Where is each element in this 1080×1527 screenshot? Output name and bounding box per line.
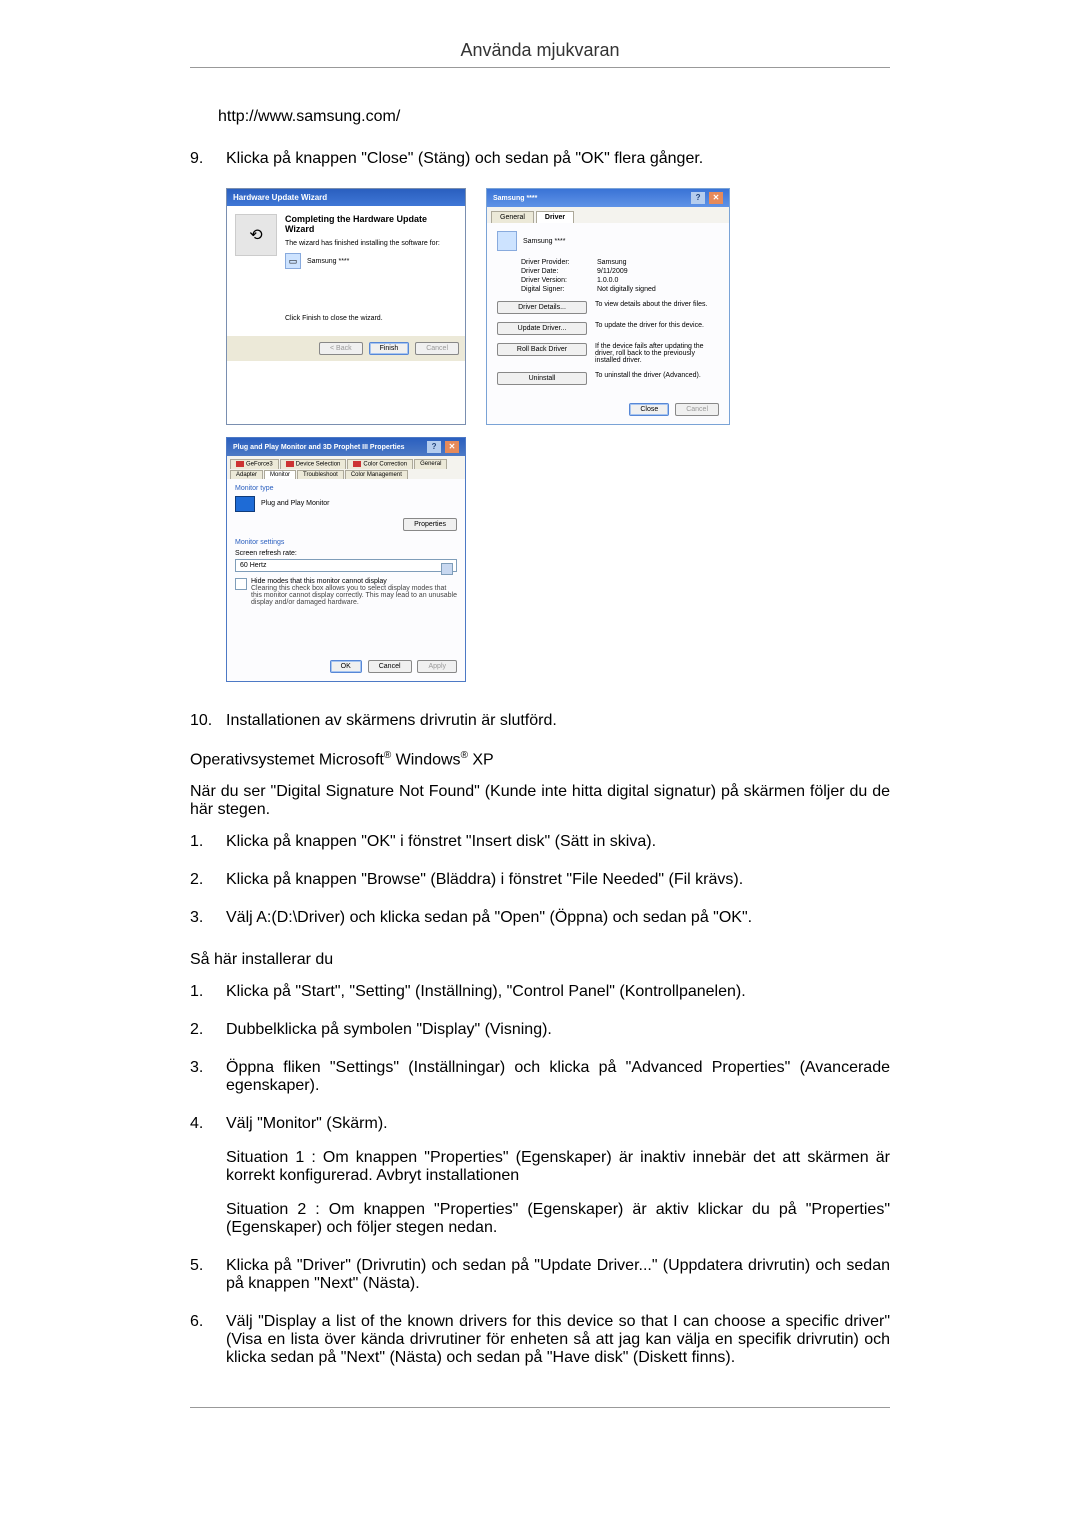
b-6-text: Välj "Display a list of the known driver… xyxy=(226,1313,890,1367)
cancel-button-2: Cancel xyxy=(675,403,719,416)
date-value: 9/11/2009 xyxy=(597,268,628,275)
os-line: Operativsystemet Microsoft® Windows® XP xyxy=(190,750,890,769)
tab-color-mgmt[interactable]: Color Management xyxy=(345,470,408,479)
close-icon[interactable]: ✕ xyxy=(445,441,459,453)
wizard-heading: Completing the Hardware Update Wizard xyxy=(285,214,457,234)
tab-general[interactable]: General xyxy=(491,211,534,223)
uninstall-button[interactable]: Uninstall xyxy=(497,372,587,385)
ok-button[interactable]: OK xyxy=(330,660,362,673)
install-heading: Så här installerar du xyxy=(190,951,890,969)
tab-adapter[interactable]: Adapter xyxy=(230,470,263,479)
signer-value: Not digitally signed xyxy=(597,286,656,293)
b-4-situation1: Situation 1 : Om knappen "Properties" (E… xyxy=(226,1149,890,1185)
hide-modes-label: Hide modes that this monitor cannot disp… xyxy=(251,578,457,585)
update-driver-button[interactable]: Update Driver... xyxy=(497,322,587,335)
version-label: Driver Version: xyxy=(521,277,597,284)
a-2-num: 2. xyxy=(190,871,226,889)
tab-troubleshoot[interactable]: Troubleshoot xyxy=(297,470,344,479)
footer-divider xyxy=(190,1407,890,1408)
b-2-num: 2. xyxy=(190,1021,226,1039)
help-icon[interactable]: ? xyxy=(427,441,441,453)
help-icon[interactable]: ? xyxy=(691,192,705,204)
wizard-text-1: The wizard has finished installing the s… xyxy=(285,240,457,247)
cancel-button: Cancel xyxy=(415,342,459,355)
device-icon xyxy=(497,231,517,251)
refresh-rate-label: Screen refresh rate: xyxy=(235,550,457,557)
b-6-num: 6. xyxy=(190,1313,226,1367)
refresh-rate-select[interactable]: 60 Hertz xyxy=(235,559,457,572)
tab-general-2[interactable]: General xyxy=(414,459,447,469)
properties-button[interactable]: Properties xyxy=(403,518,457,531)
step-10-number: 10. xyxy=(190,712,226,730)
rollback-driver-desc: If the device fails after updating the d… xyxy=(595,343,719,364)
uninstall-desc: To uninstall the driver (Advanced). xyxy=(595,372,719,379)
signer-label: Digital Signer: xyxy=(521,286,597,293)
cancel-button-3[interactable]: Cancel xyxy=(368,660,412,673)
pnp-titlebar-text: Plug and Play Monitor and 3D Prophet III… xyxy=(233,444,405,451)
a-1-text: Klicka på knappen "OK" i fönstret "Inser… xyxy=(226,833,890,851)
finish-button[interactable]: Finish xyxy=(369,342,410,355)
apply-button: Apply xyxy=(417,660,457,673)
a-1-num: 1. xyxy=(190,833,226,851)
tab-color-correction[interactable]: Color Correction xyxy=(347,459,413,469)
date-label: Driver Date: xyxy=(521,268,597,275)
hardware-update-wizard-dialog: Hardware Update Wizard ⟲ Completing the … xyxy=(226,188,466,425)
a-3-num: 3. xyxy=(190,909,226,927)
device-name: Samsung **** xyxy=(523,238,565,245)
monitor-name: Plug and Play Monitor xyxy=(261,500,329,507)
b-3-text: Öppna fliken "Settings" (Inställningar) … xyxy=(226,1059,890,1095)
wizard-titlebar: Hardware Update Wizard xyxy=(227,189,465,206)
monitor-properties-dialog: Plug and Play Monitor and 3D Prophet III… xyxy=(226,437,466,682)
version-value: 1.0.0.0 xyxy=(597,277,618,284)
wizard-icon: ⟲ xyxy=(235,214,277,256)
tab-geforce[interactable]: GeForce3 xyxy=(230,459,279,469)
b-4-num: 4. xyxy=(190,1115,226,1237)
b-4-text: Välj "Monitor" (Skärm). xyxy=(226,1115,890,1133)
b-5-num: 5. xyxy=(190,1257,226,1293)
step-9-number: 9. xyxy=(190,150,226,168)
drv-titlebar-text: Samsung **** xyxy=(493,195,537,202)
update-driver-desc: To update the driver for this device. xyxy=(595,322,719,329)
driver-details-button[interactable]: Driver Details... xyxy=(497,301,587,314)
b-2-text: Dubbelklicka på symbolen "Display" (Visn… xyxy=(226,1021,890,1039)
step-9-text: Klicka på knappen "Close" (Stäng) och se… xyxy=(226,150,890,168)
close-button[interactable]: Close xyxy=(629,403,669,416)
back-button: < Back xyxy=(319,342,363,355)
a-2-text: Klicka på knappen "Browse" (Bläddra) i f… xyxy=(226,871,890,889)
monitor-icon: ▭ xyxy=(285,253,301,269)
header-divider xyxy=(190,67,890,68)
b-1-num: 1. xyxy=(190,983,226,1001)
page-header: Använda mjukvaran xyxy=(190,40,890,61)
tab-device-selection[interactable]: Device Selection xyxy=(280,459,347,469)
rollback-driver-button[interactable]: Roll Back Driver xyxy=(497,343,587,356)
b-3-num: 3. xyxy=(190,1059,226,1095)
monitor-icon xyxy=(235,496,255,512)
wizard-device-name: Samsung **** xyxy=(307,258,349,265)
monitor-settings-label: Monitor settings xyxy=(235,539,457,546)
url-text: http://www.samsung.com/ xyxy=(218,108,890,126)
b-4-situation2: Situation 2 : Om knappen "Properties" (E… xyxy=(226,1201,890,1237)
provider-value: Samsung xyxy=(597,259,627,266)
hide-modes-desc: Clearing this check box allows you to se… xyxy=(251,585,457,606)
driver-properties-dialog: Samsung **** ? ✕ General Driver Samsung … xyxy=(486,188,730,425)
provider-label: Driver Provider: xyxy=(521,259,597,266)
tab-monitor[interactable]: Monitor xyxy=(264,470,296,479)
driver-details-desc: To view details about the driver files. xyxy=(595,301,719,308)
step-10-text: Installationen av skärmens drivrutin är … xyxy=(226,712,890,730)
tab-driver[interactable]: Driver xyxy=(536,211,574,223)
monitor-type-label: Monitor type xyxy=(235,485,457,492)
a-3-text: Välj A:(D:\Driver) och klicka sedan på "… xyxy=(226,909,890,927)
close-icon[interactable]: ✕ xyxy=(709,192,723,204)
b-5-text: Klicka på "Driver" (Drivrutin) och sedan… xyxy=(226,1257,890,1293)
hide-modes-checkbox[interactable] xyxy=(235,578,247,590)
b-1-text: Klicka på "Start", "Setting" (Inställnin… xyxy=(226,983,890,1001)
dsnf-paragraph: När du ser "Digital Signature Not Found"… xyxy=(190,783,890,819)
wizard-text-2: Click Finish to close the wizard. xyxy=(285,315,457,322)
